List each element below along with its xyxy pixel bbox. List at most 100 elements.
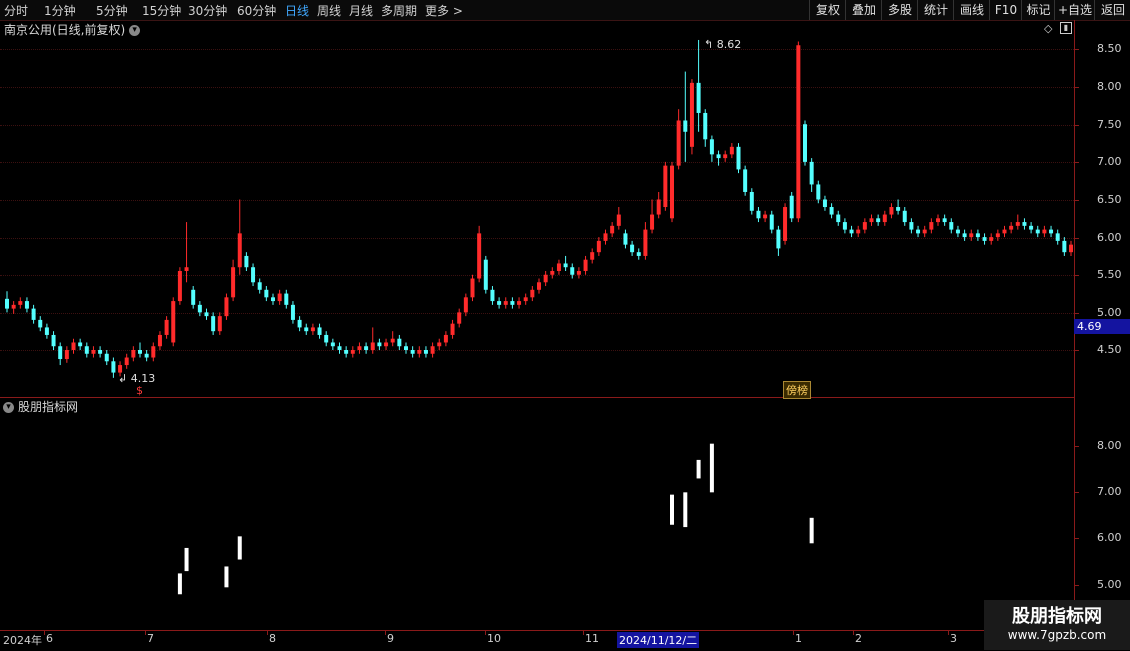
back-button[interactable]: 返回: [1094, 0, 1130, 20]
candle-body: [330, 342, 335, 347]
candle-body: [344, 350, 349, 354]
candle-body: [384, 342, 389, 347]
candle-body: [676, 120, 681, 166]
candle-body: [869, 218, 874, 223]
candle-body: [24, 301, 29, 309]
sub-tick-label: 7.00: [1097, 485, 1122, 498]
candle-body: [350, 350, 355, 354]
axis-tick: [1075, 313, 1079, 314]
candle-body: [1035, 229, 1040, 234]
axis-tick: [1075, 275, 1079, 276]
candle-body: [423, 350, 428, 354]
candle-body: [257, 282, 262, 290]
candle-body: [663, 165, 668, 208]
candle-body: [297, 319, 302, 328]
candle-body: [463, 297, 468, 313]
axis-tick: [1075, 238, 1079, 239]
time-tick: [385, 630, 386, 635]
axis-tick: [1075, 538, 1079, 539]
candle-body: [450, 323, 455, 335]
candle-body: [1042, 229, 1047, 234]
candle-body: [437, 342, 442, 347]
candle-body: [457, 312, 462, 324]
time-tick: [44, 630, 45, 635]
candle-body: [596, 240, 601, 253]
candle-body: [111, 361, 116, 373]
price-tick-label: 5.00: [1097, 306, 1122, 319]
sub-tick-label: 5.00: [1097, 578, 1122, 591]
candle-body: [550, 270, 555, 275]
signal-bar: [709, 443, 714, 493]
candle-body: [1029, 225, 1034, 230]
candle-body: [138, 350, 142, 354]
candle-body: [590, 252, 595, 260]
candle-body: [816, 184, 821, 200]
sub-tick-label: 6.00: [1097, 531, 1122, 544]
signal-bar: [237, 536, 242, 560]
candle-body: [211, 316, 216, 332]
candle-body: [237, 233, 242, 268]
candle-body: [1009, 225, 1014, 230]
candle-body: [836, 214, 841, 223]
candle-body: [324, 334, 329, 343]
ranking-badge[interactable]: 傍榜: [783, 381, 811, 399]
candle-body: [217, 316, 222, 332]
candle-body: [523, 297, 528, 302]
time-label: 2024年: [3, 634, 42, 647]
watermark: 股朋指标网 www.7gpzb.com: [984, 600, 1130, 650]
candle-body: [856, 229, 861, 234]
time-label: 8: [269, 632, 276, 645]
candle-body: [689, 82, 694, 147]
axis-tick: [1075, 585, 1079, 586]
candle-body: [556, 263, 561, 271]
candle-body: [975, 233, 980, 238]
candle-body: [5, 298, 9, 309]
candle-body: [231, 267, 236, 298]
time-label: 3: [950, 632, 957, 645]
candle-body: [38, 319, 43, 328]
candle-body: [776, 229, 781, 249]
candle-body: [537, 282, 541, 290]
candle-body: [756, 210, 761, 219]
candle-body: [1055, 233, 1060, 241]
candle-body: [104, 353, 109, 362]
watermark-title: 股朋指标网: [1012, 606, 1102, 627]
candle-body: [157, 334, 162, 347]
time-label: 7: [147, 632, 154, 645]
price-tick-label: 4.50: [1097, 343, 1122, 356]
price-tick-label: 6.00: [1097, 231, 1122, 244]
candle-body: [576, 270, 581, 275]
candle-body: [942, 218, 947, 223]
candle-body: [829, 207, 834, 215]
signal-bar: [224, 566, 229, 588]
candle-body: [497, 301, 502, 305]
dollar-marker: $: [136, 384, 143, 397]
candle-body: [84, 346, 89, 354]
candle-body: [124, 357, 129, 366]
time-tick: [145, 630, 146, 635]
candle-body: [264, 289, 269, 298]
candle-body: [1069, 244, 1073, 253]
candle-body: [616, 214, 621, 226]
price-tick-label: 7.00: [1097, 155, 1122, 168]
watermark-url: www.7gpzb.com: [1007, 628, 1107, 642]
candle-body: [882, 214, 887, 223]
candle-body: [796, 45, 801, 219]
candle-body: [763, 214, 768, 219]
candle-body: [244, 255, 249, 268]
current-price-tag: 4.69: [1074, 319, 1130, 334]
candle-body: [876, 218, 881, 223]
axis-tick: [1075, 125, 1079, 126]
signal-bar: [670, 494, 674, 525]
candle-body: [982, 237, 987, 241]
candle-body: [131, 350, 136, 358]
candle-body: [896, 207, 901, 211]
candle-body: [849, 229, 854, 234]
candle-body: [277, 293, 282, 302]
candle-body: [803, 124, 807, 162]
candle-body: [696, 82, 701, 113]
candle-body: [304, 327, 309, 332]
candle-body: [916, 229, 921, 234]
candle-body: [417, 350, 422, 354]
candle-body: [184, 267, 189, 271]
